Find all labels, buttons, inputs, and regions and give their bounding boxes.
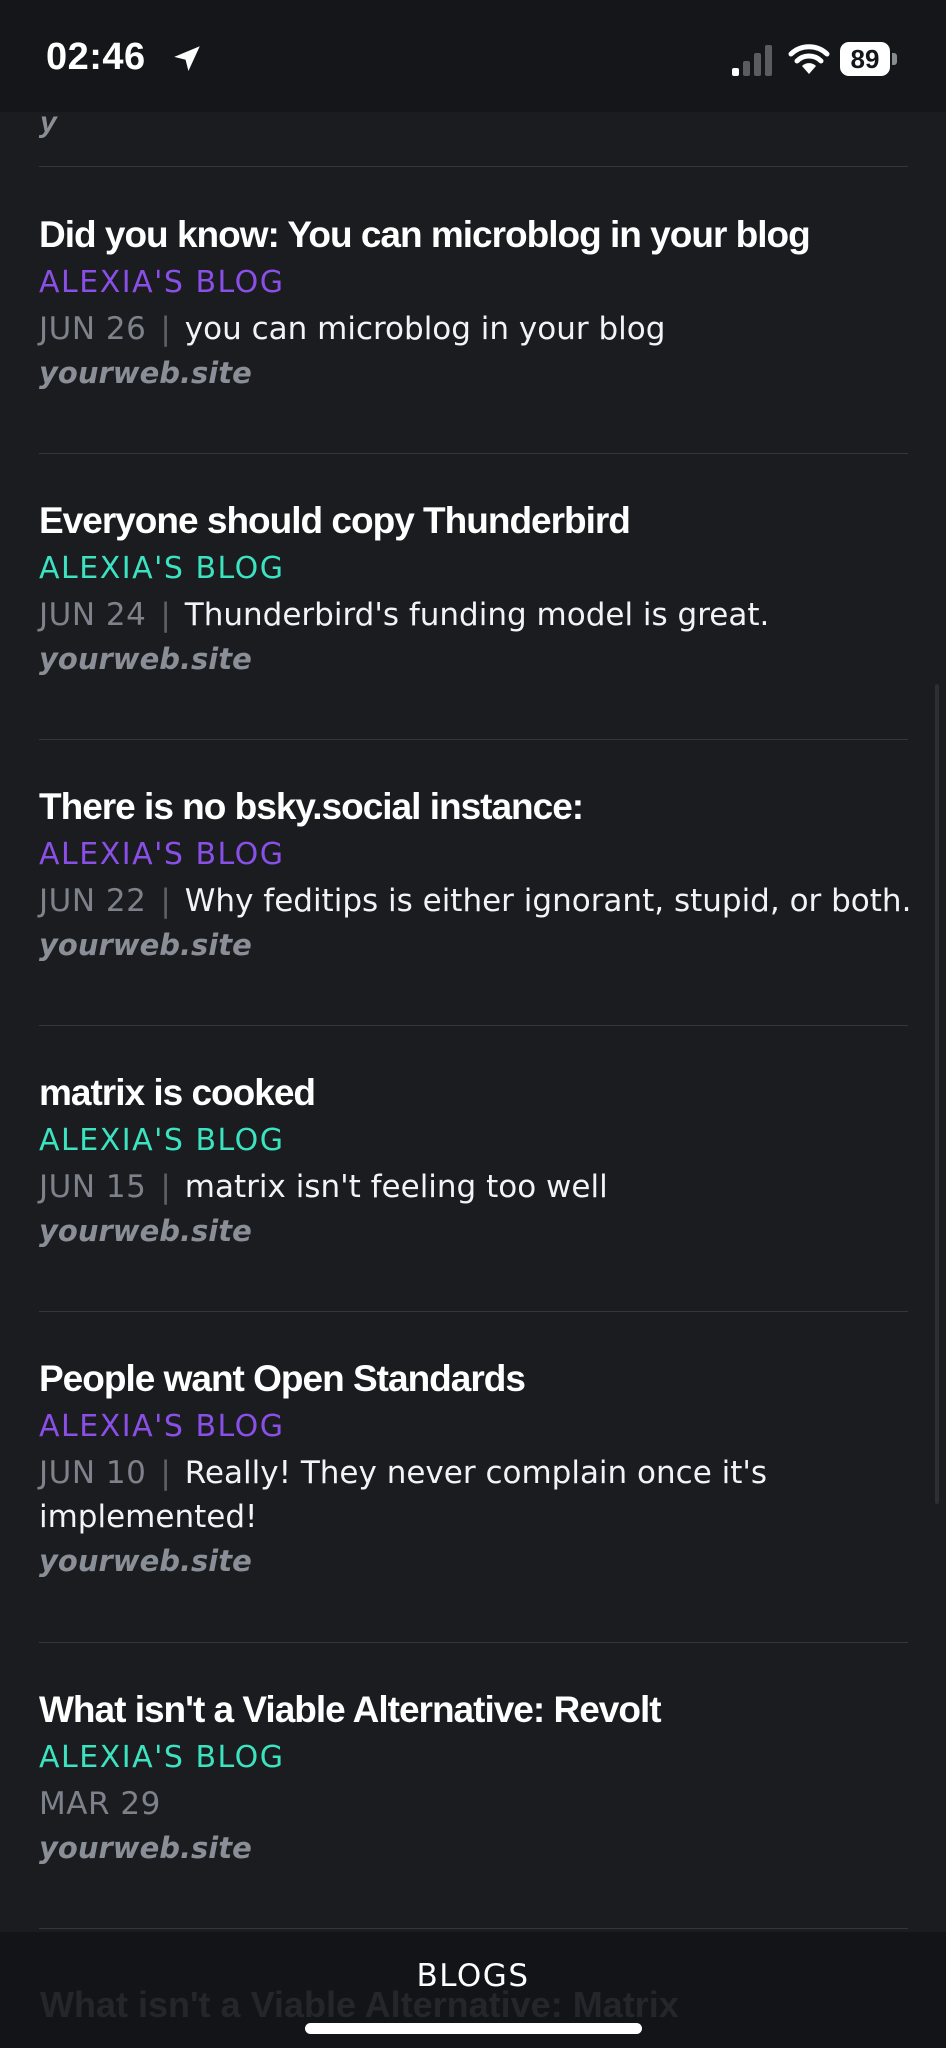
- post-date: JUN 10: [39, 1455, 147, 1491]
- tab-blogs[interactable]: BLOGS: [0, 1958, 946, 1994]
- bottom-tab-bar: What isn't a Viable Alternative: Matrix …: [0, 1932, 946, 2048]
- status-time: 02:46: [46, 36, 146, 78]
- post-divider: [39, 739, 908, 740]
- post-title[interactable]: Did you know: You can microblog in your …: [39, 211, 909, 259]
- post-meta: JUN 15 | matrix isn't feeling too well: [39, 1165, 909, 1209]
- post-item[interactable]: matrix is cooked ALEXIA'S BLOG JUN 15 | ma…: [39, 1069, 909, 1253]
- battery-icon: 89: [840, 42, 897, 76]
- post-divider: [39, 1928, 908, 1929]
- wifi-icon: [788, 44, 830, 74]
- post-summary: Why feditips is either ignorant, stupid,…: [184, 883, 912, 919]
- post-separator: |: [160, 883, 171, 919]
- post-title[interactable]: matrix is cooked: [39, 1069, 909, 1117]
- post-date: JUN 15: [39, 1169, 147, 1205]
- post-meta: JUN 26 | you can microblog in your blog: [39, 307, 909, 351]
- post-separator: |: [160, 597, 171, 633]
- post-meta: JUN 10 | Really! They never complain once …: [39, 1451, 799, 1539]
- post-blog-name[interactable]: ALEXIA'S BLOG: [39, 1405, 909, 1449]
- post-separator: |: [160, 1169, 171, 1205]
- post-blog-name[interactable]: ALEXIA'S BLOG: [39, 833, 909, 877]
- cellular-signal-icon: [732, 45, 772, 76]
- post-summary: matrix isn't feeling too well: [184, 1169, 608, 1205]
- post-site[interactable]: yourweb.site: [39, 923, 909, 967]
- post-date: JUN 22: [39, 883, 147, 919]
- blog-feed[interactable]: y Did you know: You can microblog in you…: [0, 112, 946, 1932]
- battery-tip: [892, 53, 897, 65]
- post-date: JUN 24: [39, 597, 147, 633]
- post-site[interactable]: yourweb.site: [39, 637, 909, 681]
- post-title[interactable]: People want Open Standards: [39, 1355, 909, 1403]
- post-site[interactable]: yourweb.site: [39, 351, 909, 395]
- post-divider: [39, 1025, 908, 1026]
- post-blog-name[interactable]: ALEXIA'S BLOG: [39, 261, 909, 305]
- post-blog-name[interactable]: ALEXIA'S BLOG: [39, 1736, 909, 1780]
- post-site[interactable]: yourweb.site: [39, 1539, 909, 1583]
- post-summary: Really! They never complain once it's im…: [39, 1455, 768, 1535]
- previous-post-cut-text: y: [40, 112, 57, 139]
- scroll-indicator[interactable]: [935, 684, 939, 1504]
- post-meta: JUN 24 | Thunderbird's funding model is gr…: [39, 593, 909, 637]
- post-blog-name[interactable]: ALEXIA'S BLOG: [39, 547, 909, 591]
- home-indicator[interactable]: [305, 2023, 642, 2034]
- battery-level: 89: [850, 44, 880, 74]
- post-item[interactable]: What isn't a Viable Alternative: Revolt …: [39, 1686, 909, 1870]
- post-site[interactable]: yourweb.site: [39, 1826, 909, 1870]
- post-divider: [39, 1311, 908, 1312]
- post-summary: Thunderbird's funding model is great.: [184, 597, 770, 633]
- location-arrow-icon: [174, 46, 200, 72]
- post-item[interactable]: There is no bsky.social instance: ALEXIA…: [39, 783, 912, 967]
- post-site[interactable]: yourweb.site: [39, 1209, 909, 1253]
- post-summary: you can microblog in your blog: [184, 311, 666, 347]
- post-separator: |: [160, 311, 171, 347]
- post-title[interactable]: There is no bsky.social instance:: [39, 783, 909, 831]
- post-item[interactable]: People want Open Standards ALEXIA'S BLOG…: [39, 1355, 909, 1583]
- post-item[interactable]: Everyone should copy Thunderbird ALEXIA'…: [39, 497, 909, 681]
- post-divider: [39, 453, 908, 454]
- post-date: MAR 29: [39, 1786, 161, 1822]
- post-meta: MAR 29: [39, 1782, 909, 1826]
- post-divider: [39, 1642, 908, 1643]
- status-bar: 02:46 89: [0, 0, 946, 112]
- post-meta: JUN 22 | Why feditips is either ignorant, …: [39, 879, 912, 923]
- post-date: JUN 26: [39, 311, 147, 347]
- post-title[interactable]: What isn't a Viable Alternative: Revolt: [39, 1686, 909, 1734]
- post-blog-name[interactable]: ALEXIA'S BLOG: [39, 1119, 909, 1163]
- post-title[interactable]: Everyone should copy Thunderbird: [39, 497, 909, 545]
- post-item[interactable]: Did you know: You can microblog in your …: [39, 211, 909, 395]
- post-divider: [39, 166, 908, 167]
- post-separator: |: [160, 1455, 171, 1491]
